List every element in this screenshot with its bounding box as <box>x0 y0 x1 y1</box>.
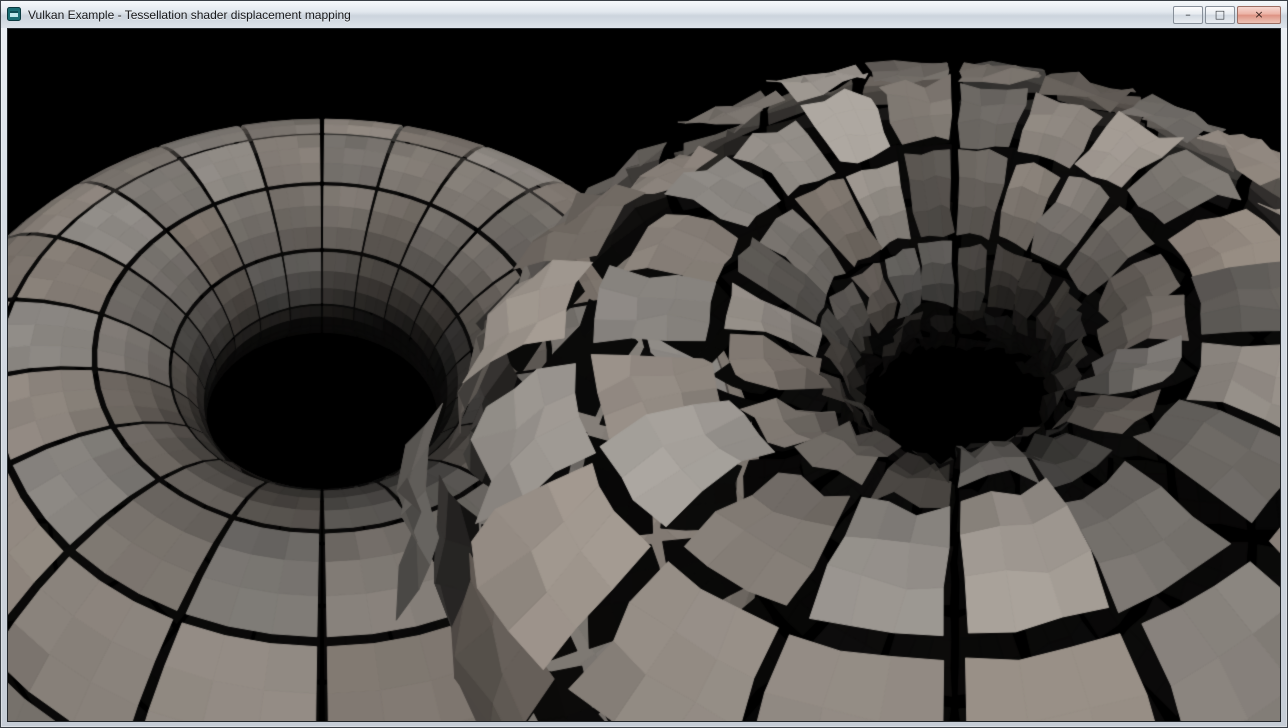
minimize-icon: – <box>1185 9 1191 20</box>
minimize-button[interactable]: – <box>1173 6 1203 24</box>
window-title: Vulkan Example - Tessellation shader dis… <box>28 8 351 22</box>
maximize-button[interactable]: □ <box>1205 6 1235 24</box>
vulkan-render-canvas[interactable] <box>8 29 1280 721</box>
maximize-icon: □ <box>1215 9 1225 20</box>
render-area <box>7 28 1281 722</box>
app-icon <box>7 7 21 21</box>
close-icon: × <box>1254 9 1263 20</box>
titlebar[interactable]: Vulkan Example - Tessellation shader dis… <box>1 1 1287 28</box>
app-window: Vulkan Example - Tessellation shader dis… <box>0 0 1288 728</box>
close-button[interactable]: × <box>1237 6 1281 24</box>
window-controls: – □ × <box>1173 6 1281 24</box>
